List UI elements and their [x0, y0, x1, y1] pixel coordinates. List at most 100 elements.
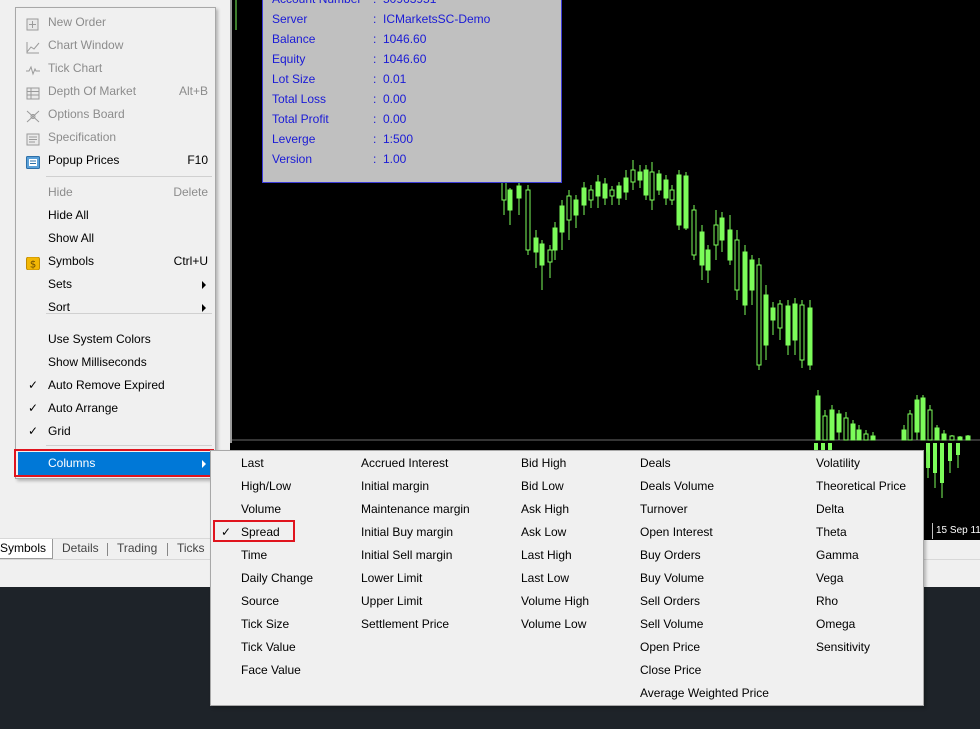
menu-item-options-board[interactable]: Options Board — [18, 103, 214, 126]
column-option-high-low[interactable]: High/Low — [241, 475, 313, 498]
column-option-daily-change[interactable]: Daily Change — [241, 567, 313, 590]
menu-item-sets[interactable]: Sets — [18, 273, 214, 296]
column-option-initial-buy-margin[interactable]: Initial Buy margin — [361, 521, 470, 544]
menu-item-popup-prices[interactable]: Popup Prices F10 — [18, 149, 214, 172]
column-option-label: Source — [241, 594, 280, 608]
candle-body — [749, 259, 755, 291]
menu-item-auto-arrange[interactable]: ✓ Auto Arrange — [18, 397, 214, 420]
column-option-time[interactable]: Time — [241, 544, 313, 567]
column-option-bid-low[interactable]: Bid Low — [521, 475, 589, 498]
info-key: Balance — [272, 32, 316, 46]
candle-body — [829, 409, 835, 441]
column-option-theta[interactable]: Theta — [816, 521, 906, 544]
column-option-settlement-price[interactable]: Settlement Price — [361, 613, 470, 636]
candle — [822, 410, 828, 441]
menu-item-hide[interactable]: Hide Delete — [18, 181, 214, 204]
candle — [941, 430, 947, 441]
column-option-tick-size[interactable]: Tick Size — [241, 613, 313, 636]
info-value: 1046.60 — [383, 52, 427, 66]
column-option-average-weighted-price[interactable]: Average Weighted Price — [640, 682, 769, 705]
menu-item-sort[interactable]: Sort — [18, 296, 214, 319]
column-option-label: Initial margin — [361, 479, 430, 493]
column-option-delta[interactable]: Delta — [816, 498, 906, 521]
menu-item-depth-of-market[interactable]: Depth Of Market Alt+B — [18, 80, 214, 103]
tab-symbols[interactable]: Symbols — [0, 539, 54, 559]
column-option-volume-high[interactable]: Volume High — [521, 590, 589, 613]
tab-details[interactable]: Details — [62, 539, 99, 559]
menu-item-symbols[interactable]: $ Symbols Ctrl+U — [18, 250, 214, 273]
column-option-label: Volatility — [816, 456, 861, 470]
column-option-sell-orders[interactable]: Sell Orders — [640, 590, 769, 613]
column-option-buy-volume[interactable]: Buy Volume — [640, 567, 769, 590]
column-option-tick-value[interactable]: Tick Value — [241, 636, 313, 659]
column-option-buy-orders[interactable]: Buy Orders — [640, 544, 769, 567]
menu-item-show-milliseconds[interactable]: Show Milliseconds — [18, 351, 214, 374]
column-option-ask-low[interactable]: Ask Low — [521, 521, 589, 544]
menu-item-label: Auto Remove Expired — [48, 378, 165, 392]
column-option-face-value[interactable]: Face Value — [241, 659, 313, 682]
candle — [949, 435, 955, 441]
column-option-sell-volume[interactable]: Sell Volume — [640, 613, 769, 636]
menu-item-hide-all[interactable]: Hide All — [18, 204, 214, 227]
candle-body — [792, 303, 798, 341]
column-option-omega[interactable]: Omega — [816, 613, 906, 636]
column-option-open-interest[interactable]: Open Interest — [640, 521, 769, 544]
column-option-open-price[interactable]: Open Price — [640, 636, 769, 659]
column-option-last[interactable]: Last — [241, 452, 313, 475]
column-option-deals[interactable]: Deals — [640, 452, 769, 475]
column-option-initial-margin[interactable]: Initial margin — [361, 475, 470, 498]
candle-body — [516, 185, 522, 199]
menu-item-chart-window[interactable]: Chart Window — [18, 34, 214, 57]
tab-ticks[interactable]: Ticks — [177, 539, 205, 559]
column-option-label: Upper Limit — [361, 594, 423, 608]
menu-item-show-all[interactable]: Show All — [18, 227, 214, 250]
column-option-vega[interactable]: Vega — [816, 567, 906, 590]
candle — [843, 412, 849, 441]
column-option-last-low[interactable]: Last Low — [521, 567, 589, 590]
info-row: Total Profit:0.00 — [272, 109, 557, 129]
tab-separator — [107, 543, 108, 556]
column-option-rho[interactable]: Rho — [816, 590, 906, 613]
column-option-last-high[interactable]: Last High — [521, 544, 589, 567]
menu-item-label: Sort — [48, 300, 71, 314]
candle-body — [785, 305, 791, 346]
menu-item-label: New Order — [48, 15, 107, 29]
column-option-volume-low[interactable]: Volume Low — [521, 613, 589, 636]
candle-body — [552, 227, 558, 251]
menu-item-specification[interactable]: Specification — [18, 126, 214, 149]
column-option-lower-limit[interactable]: Lower Limit — [361, 567, 470, 590]
menu-item-tick-chart[interactable]: Tick Chart — [18, 57, 214, 80]
column-option-label: Tick Value — [241, 640, 296, 654]
candle — [669, 185, 675, 205]
column-option-source[interactable]: Source — [241, 590, 313, 613]
column-option-volatility[interactable]: Volatility — [816, 452, 906, 475]
tick-chart-icon — [26, 62, 40, 76]
candle-body — [683, 175, 689, 229]
column-option-initial-sell-margin[interactable]: Initial Sell margin — [361, 544, 470, 567]
menu-item-new-order[interactable]: New Order — [18, 11, 214, 34]
column-option-sensitivity[interactable]: Sensitivity — [816, 636, 906, 659]
candle-body — [933, 443, 937, 473]
column-option-bid-high[interactable]: Bid High — [521, 452, 589, 475]
candle-body — [713, 224, 719, 246]
menu-item-auto-remove-expired[interactable]: ✓ Auto Remove Expired — [18, 374, 214, 397]
column-option-accrued-interest[interactable]: Accrued Interest — [361, 452, 470, 475]
column-option-label: Omega — [816, 617, 856, 631]
column-option-theoretical-price[interactable]: Theoretical Price — [816, 475, 906, 498]
column-option-deals-volume[interactable]: Deals Volume — [640, 475, 769, 498]
column-option-upper-limit[interactable]: Upper Limit — [361, 590, 470, 613]
menu-item-grid[interactable]: ✓ Grid — [18, 420, 214, 443]
info-row: Balance:1046.60 — [272, 29, 557, 49]
tab-trading[interactable]: Trading — [117, 539, 157, 559]
column-option-ask-high[interactable]: Ask High — [521, 498, 589, 521]
menu-item-use-system-colors[interactable]: Use System Colors — [18, 328, 214, 351]
column-option-turnover[interactable]: Turnover — [640, 498, 769, 521]
column-option-volume[interactable]: Volume — [241, 498, 313, 521]
column-option-close-price[interactable]: Close Price — [640, 659, 769, 682]
column-option-gamma[interactable]: Gamma — [816, 544, 906, 567]
submenu-column-5: Volatility Theoretical Price Delta Theta Gam… — [816, 452, 906, 659]
column-option-maintenance-margin[interactable]: Maintenance margin — [361, 498, 470, 521]
candle-body — [956, 443, 960, 455]
column-option-label: Time — [241, 548, 268, 562]
menu-item-shortcut: Ctrl+U — [173, 254, 208, 268]
